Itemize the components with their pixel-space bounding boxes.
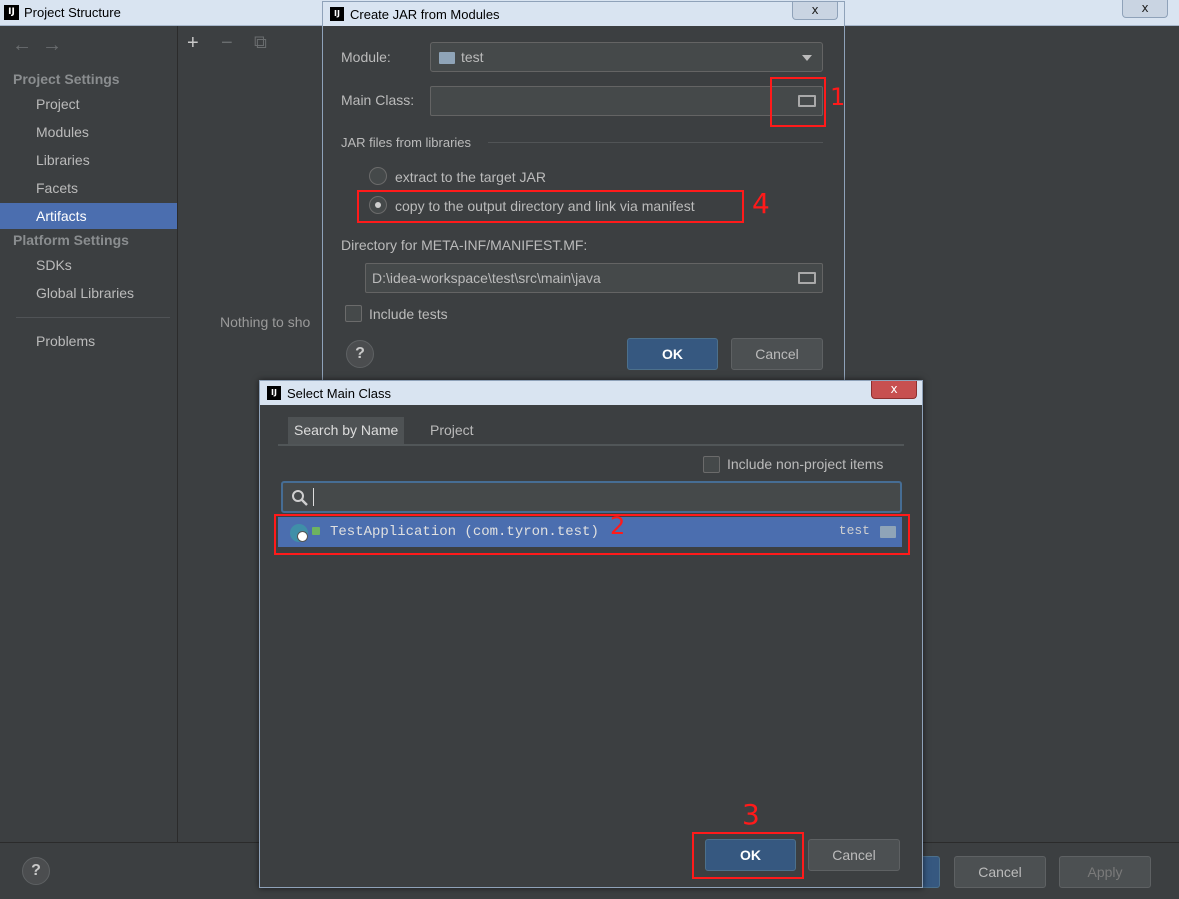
create-jar-title: Create JAR from Modules [350,7,500,22]
manifest-dir-value: D:\idea-workspace\test\src\main\java [372,270,601,286]
intellij-logo-icon: IJ [4,5,19,20]
create-jar-cancel-button[interactable]: Cancel [731,338,823,370]
section-divider [488,142,823,143]
sidebar-item-modules[interactable]: Modules [0,119,177,145]
search-icon [292,490,308,506]
tab-project[interactable]: Project [424,417,480,444]
module-folder-icon [439,52,455,64]
nav-arrows: ←→ [12,34,72,57]
class-results-list: TestApplication (com.tyron.test) test [275,515,909,820]
project-settings-heading: Project Settings [13,71,120,87]
empty-content-text: Nothing to sho [220,314,311,330]
intellij-logo-icon: IJ [267,386,281,400]
extract-radio-label[interactable]: extract to the target JAR [395,169,546,185]
text-caret [313,488,314,506]
settings-sidebar: ←→ Project Settings Project Modules Libr… [0,26,178,842]
annotation-box-4 [357,190,744,223]
back-arrow-icon[interactable]: ← [12,34,42,56]
manifest-browse-folder-icon[interactable] [798,272,816,284]
sidebar-item-project[interactable]: Project [0,91,177,117]
include-tests-label[interactable]: Include tests [369,306,448,322]
select-main-class-cancel-button[interactable]: Cancel [808,839,900,871]
manifest-dir-label: Directory for META-INF/MANIFEST.MF: [341,237,588,253]
manifest-dir-field[interactable]: D:\idea-workspace\test\src\main\java [365,263,823,293]
extract-radio[interactable] [369,167,387,185]
module-combobox[interactable]: test [430,42,823,72]
chevron-down-icon [802,55,812,61]
main-close-button[interactable]: x [1122,0,1168,18]
annotation-number-3: 3 [742,798,760,831]
sidebar-item-libraries[interactable]: Libraries [0,147,177,173]
include-non-project-checkbox[interactable] [703,456,720,473]
include-non-project-label[interactable]: Include non-project items [727,456,883,472]
module-value: test [461,49,484,65]
main-apply-button[interactable]: Apply [1059,856,1151,888]
jar-files-section-label: JAR files from libraries [341,135,472,150]
sidebar-item-sdks[interactable]: SDKs [0,252,177,278]
annotation-box-1 [770,77,826,127]
main-class-label: Main Class: [341,92,415,108]
main-class-field[interactable] [430,86,823,116]
create-jar-help-button[interactable]: ? [346,340,374,368]
search-tabs: Search by Name Project [278,417,904,446]
create-jar-title-bar: IJ Create JAR from Modules x [323,2,844,26]
intellij-logo-icon: IJ [330,7,344,21]
forward-arrow-icon[interactable]: → [42,34,72,56]
include-tests-checkbox[interactable] [345,305,362,322]
annotation-number-1: 1 [830,83,846,111]
class-search-input[interactable] [281,481,902,513]
create-jar-ok-button[interactable]: OK [627,338,718,370]
tab-search-by-name[interactable]: Search by Name [288,417,405,444]
sidebar-item-global-libraries[interactable]: Global Libraries [0,280,177,306]
select-main-class-dialog: IJ Select Main Class x Search by Name Pr… [259,380,923,888]
annotation-box-2 [274,514,910,555]
select-main-class-close-button[interactable]: x [871,381,917,399]
sidebar-divider [16,317,170,318]
annotation-number-4: 4 [752,187,770,220]
platform-settings-heading: Platform Settings [13,232,129,248]
sidebar-item-artifacts[interactable]: Artifacts [0,203,177,229]
module-label: Module: [341,49,391,65]
add-icon[interactable]: + [187,32,199,55]
create-jar-close-button[interactable]: x [792,2,838,20]
sidebar-item-facets[interactable]: Facets [0,175,177,201]
main-help-button[interactable]: ? [22,857,50,885]
sidebar-item-problems[interactable]: Problems [0,328,177,354]
select-main-class-title-bar: IJ Select Main Class x [260,381,922,405]
annotation-number-2: 2 [610,512,626,540]
window-title: Project Structure [24,5,121,20]
copy-icon[interactable]: ⧉ [254,32,267,53]
annotation-box-3 [692,832,804,879]
select-main-class-title: Select Main Class [287,386,392,401]
main-cancel-button[interactable]: Cancel [954,856,1046,888]
remove-icon[interactable]: − [221,32,233,55]
